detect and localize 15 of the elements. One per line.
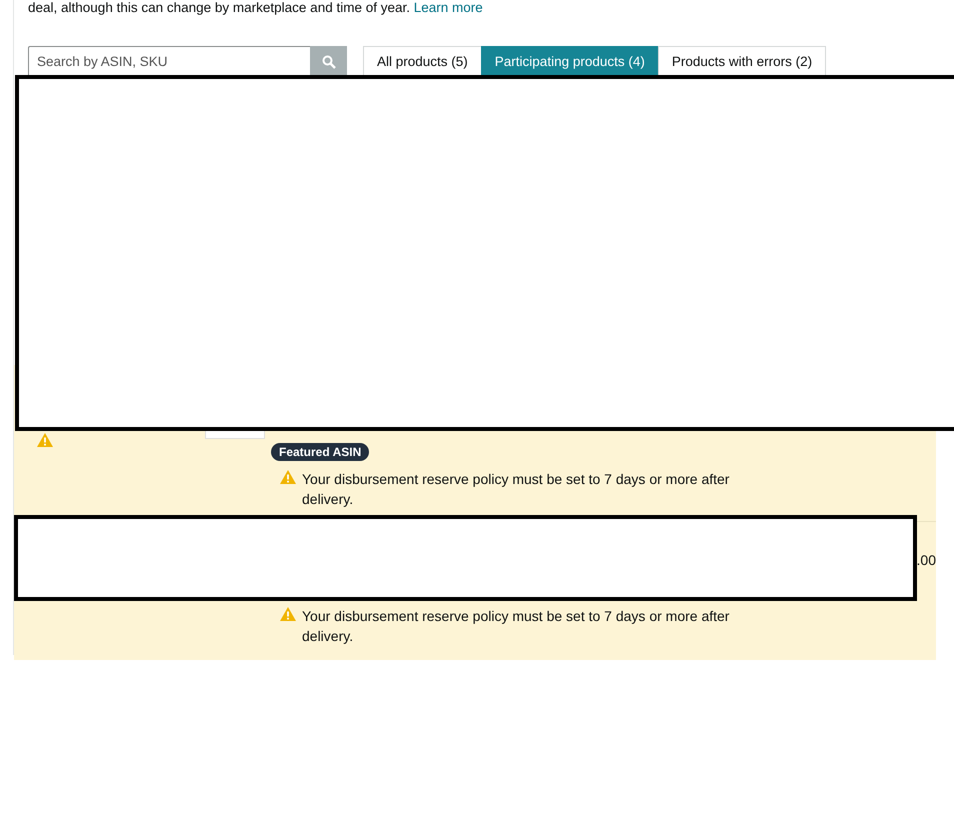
search-button[interactable] [310, 46, 347, 77]
filter-tab[interactable]: Participating products (4) [480, 46, 659, 77]
filter-tab[interactable]: Products with errors (2) [658, 46, 826, 77]
learn-more-link[interactable]: Learn more [414, 0, 483, 15]
intro-text: deal, although this can change by marketplace and time of year. Learn more [27, 0, 484, 16]
price-text: .00 [916, 552, 936, 568]
search-icon [322, 54, 336, 68]
featured-asin-badge: Featured ASIN [271, 443, 370, 461]
warning-icon [279, 606, 297, 622]
warning-message: Your disbursement reserve policy must be set to 7 days or more after delivery. [302, 607, 730, 646]
warning-icon [36, 432, 54, 448]
warning-icon [279, 469, 297, 485]
filter-tab[interactable]: All products (5) [363, 46, 482, 77]
warning-message: Your disbursement reserve policy must be set to 7 days or more after delivery. [302, 470, 730, 509]
search-field[interactable]: Search by ASIN, SKU [28, 46, 310, 77]
